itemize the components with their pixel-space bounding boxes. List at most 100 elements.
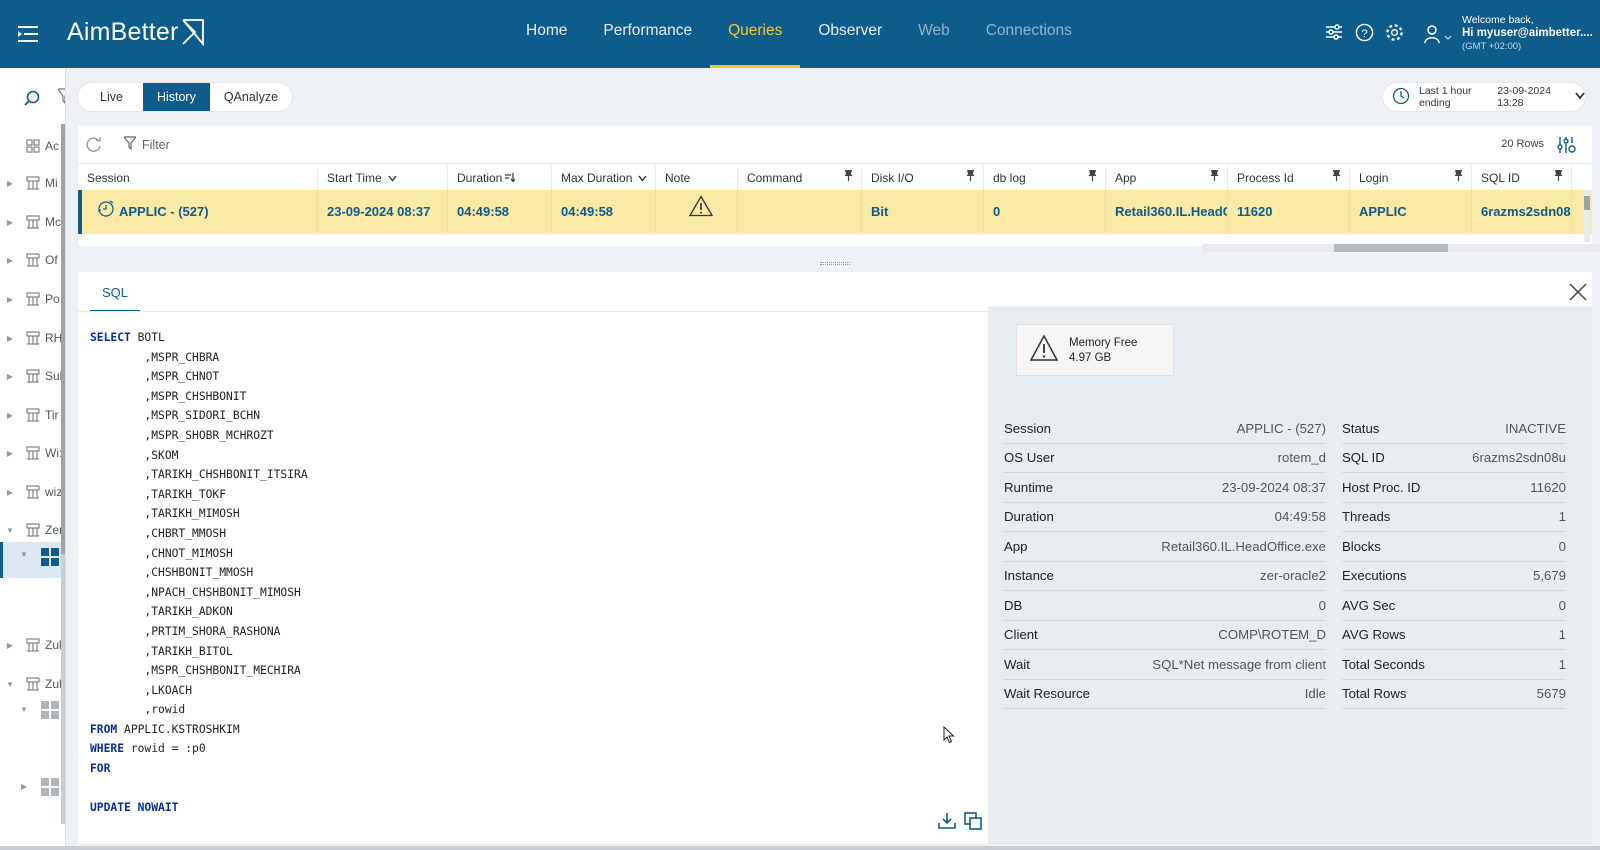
expand-arrow-icon[interactable]: ▶ <box>2 295 18 304</box>
app-logo[interactable]: AimBetter <box>67 18 205 53</box>
sidebar-item[interactable]: ▶ Of <box>0 248 65 272</box>
session-name[interactable]: APPLIC - (527) <box>119 204 209 219</box>
sidebar-item[interactable]: Ac <box>0 134 65 158</box>
sidebar-item[interactable]: ▶ Wi: <box>0 441 65 465</box>
expand-arrow-icon[interactable]: ▶ <box>2 372 18 381</box>
pin-icon[interactable] <box>966 166 975 190</box>
table-row[interactable]: APPLIC - (527) 23-09-2024 08:37 04:49:58 04… <box>78 190 1592 234</box>
grid-vertical-scrollbar[interactable] <box>1584 190 1590 242</box>
filter-icon[interactable] <box>56 88 65 107</box>
expand-arrow-icon[interactable]: ▶ <box>2 449 18 458</box>
sidebar-item[interactable]: ▶ wiz <box>0 480 65 504</box>
sidebar-scrollbar-thumb[interactable] <box>61 124 65 554</box>
nav-home[interactable]: Home <box>508 0 585 68</box>
column-header[interactable]: Max Duration <box>552 166 656 190</box>
expand-arrow-icon[interactable]: ▶ <box>2 488 18 497</box>
cell-start-time: 23-09-2024 08:37 <box>327 204 431 219</box>
expand-arrow-icon[interactable]: ▶ <box>2 334 18 343</box>
expand-arrow-icon[interactable]: ▶ <box>2 411 18 420</box>
tab-qanalyze[interactable]: QAnalyze <box>210 83 292 111</box>
nav-observer[interactable]: Observer <box>800 0 900 68</box>
expand-arrow-icon[interactable]: ▶ <box>2 641 18 650</box>
resize-handle[interactable] <box>820 262 850 265</box>
sidebar-item[interactable]: ▶ Po <box>0 287 65 311</box>
column-header[interactable]: App <box>1106 166 1228 190</box>
nav-queries[interactable]: Queries <box>710 0 801 68</box>
collapse-arrow-icon[interactable]: ▼ <box>2 680 18 689</box>
column-header[interactable]: Process Id <box>1228 166 1350 190</box>
column-header[interactable]: Duration <box>448 166 552 190</box>
collapse-arrow-icon[interactable]: ▶ <box>21 782 27 791</box>
sort-icon[interactable] <box>505 171 516 185</box>
sidebar-item[interactable]: ▶ RH <box>0 326 65 350</box>
info-key: Wait <box>1004 656 1030 672</box>
horizontal-scrollbar[interactable] <box>1202 244 1600 252</box>
expand-arrow-icon[interactable]: ▼ <box>20 550 28 559</box>
sidebar-item[interactable]: ▶ Mi <box>0 171 65 195</box>
pin-icon[interactable] <box>844 166 853 190</box>
close-icon[interactable] <box>1568 282 1592 306</box>
info-value: 23-09-2024 08:37 <box>1221 479 1326 495</box>
nav-performance[interactable]: Performance <box>585 0 710 68</box>
expand-arrow-icon[interactable]: ▶ <box>2 256 18 265</box>
menu-toggle-icon[interactable] <box>18 24 40 44</box>
column-header[interactable]: Disk I/O <box>862 166 984 190</box>
info-row: Executions 5,679 <box>1342 562 1566 591</box>
sidebar-scrollbar[interactable] <box>61 124 65 824</box>
nav-connections[interactable]: Connections <box>968 0 1090 68</box>
tab-sql[interactable]: SQL <box>90 282 141 312</box>
info-value: 6razms2sdn08u <box>1472 450 1566 466</box>
warning-icon[interactable] <box>688 191 714 234</box>
grid-vertical-scrollbar-thumb[interactable] <box>1584 196 1590 210</box>
copy-icon[interactable] <box>964 812 982 835</box>
refresh-icon[interactable] <box>84 135 104 160</box>
help-icon[interactable]: ? <box>1354 22 1374 42</box>
time-range-picker[interactable]: Last 1 hour ending 23-09-2024 13:28 <box>1383 83 1585 111</box>
windows-icon[interactable] <box>41 548 59 571</box>
tab-live[interactable]: Live <box>78 83 143 111</box>
info-key: Total Seconds <box>1342 656 1425 672</box>
pin-icon[interactable] <box>1088 166 1097 190</box>
filter-button[interactable]: Filter <box>122 136 170 153</box>
cell-max-duration: 04:49:58 <box>561 204 614 219</box>
column-header[interactable]: SQL ID <box>1472 166 1572 190</box>
gear-icon[interactable] <box>1384 22 1404 42</box>
column-settings-icon[interactable] <box>1556 135 1576 160</box>
info-row: OS User rotem_d <box>1004 444 1326 473</box>
sidebar-item[interactable]: ▼ Zul <box>0 672 65 696</box>
pin-icon[interactable] <box>1554 166 1563 190</box>
column-header[interactable]: Command <box>738 166 862 190</box>
sidebar-item[interactable]: ▶ Zul <box>0 633 65 657</box>
expand-arrow-icon[interactable]: ▼ <box>20 705 28 714</box>
bottom-scrollbar[interactable] <box>0 846 1600 850</box>
collapse-arrow-icon[interactable]: ▼ <box>2 526 18 535</box>
nav-web[interactable]: Web <box>900 0 968 68</box>
sidebar-item[interactable]: ▼ Zer <box>0 518 65 542</box>
column-header[interactable]: Login <box>1350 166 1472 190</box>
sliders-icon[interactable] <box>1324 22 1344 42</box>
database-icon <box>26 369 40 383</box>
column-header[interactable]: db log <box>984 166 1106 190</box>
column-header[interactable]: Start Time <box>318 166 448 190</box>
download-icon[interactable] <box>938 812 956 835</box>
windows-icon[interactable] <box>41 701 59 724</box>
sql-keyword: SELECT <box>90 331 131 344</box>
sidebar-item[interactable]: ▶ Sul <box>0 364 65 388</box>
column-header[interactable]: Note <box>656 166 738 190</box>
column-header[interactable]: Session <box>78 166 318 190</box>
expand-arrow-icon[interactable]: ▶ <box>2 179 18 188</box>
pin-icon[interactable] <box>1332 166 1341 190</box>
user-icon[interactable] <box>1423 24 1453 44</box>
sidebar-item[interactable]: ▶ Mc <box>0 210 65 234</box>
windows-icon[interactable] <box>41 778 59 801</box>
tab-history[interactable]: History <box>142 83 210 111</box>
pin-icon[interactable] <box>1210 166 1219 190</box>
expand-arrow-icon[interactable]: ▶ <box>2 218 18 227</box>
pin-icon[interactable] <box>1454 166 1463 190</box>
sort-chevron-icon[interactable] <box>638 171 647 185</box>
search-icon[interactable] <box>24 90 40 111</box>
sidebar-item[interactable]: ▶ Tir <box>0 403 65 427</box>
welcome-block[interactable]: Welcome back, Hi myuser@aimbetter.... (G… <box>1462 14 1593 53</box>
sort-chevron-icon[interactable] <box>388 171 397 185</box>
horizontal-scrollbar-thumb[interactable] <box>1334 244 1448 252</box>
